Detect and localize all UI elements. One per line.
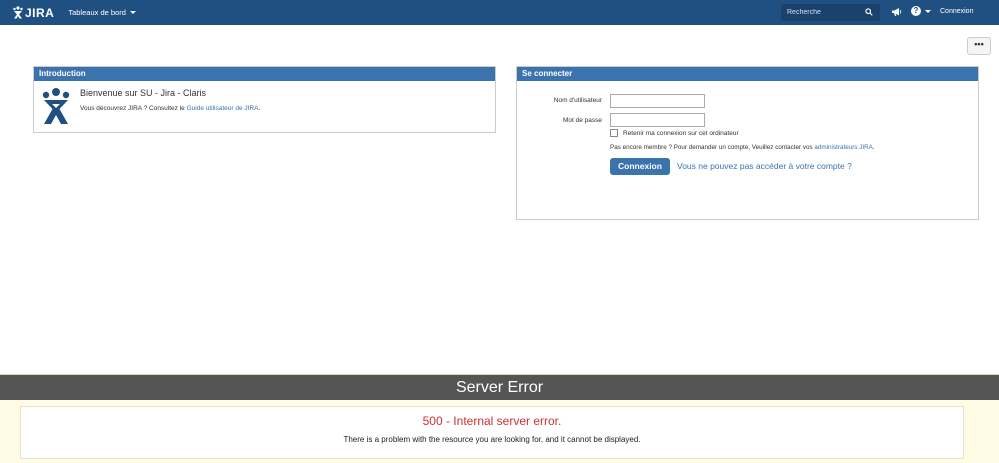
error-message: There is a problem with the resource you… [343, 435, 641, 444]
user-guide-link[interactable]: Guide utilisateur de JIRA [187, 105, 259, 112]
remember-me[interactable]: Retenir ma connexion sur cet ordinateur [610, 129, 739, 137]
jira-man-icon [42, 88, 70, 124]
username-label: Nom d'utilisateur [553, 97, 602, 104]
introduction-panel: Introduction Bienvenue sur SU - Jira - C… [33, 66, 496, 133]
header-login-link[interactable]: Connexion [940, 8, 973, 15]
forgot-account-link[interactable]: Vous ne pouvez pas accéder à votre compt… [677, 161, 852, 171]
discover-suffix: . [258, 105, 261, 112]
server-error-box: 500 - Internal server error. There is a … [20, 406, 964, 459]
server-error-title: Server Error [455, 379, 544, 396]
not-member-text: Pas encore membre ? Pour demander un com… [610, 144, 875, 151]
search-icon[interactable] [865, 8, 873, 16]
discover-prefix: Vous découvrez JIRA ? Consultez le [80, 105, 187, 112]
top-navigation: JIRA Tableaux de bord ? Connexion [0, 0, 999, 25]
login-title: Se connecter [517, 67, 978, 81]
login-button[interactable]: Connexion [610, 158, 670, 175]
megaphone-icon[interactable] [891, 7, 902, 17]
password-field[interactable] [610, 113, 705, 127]
welcome-heading: Bienvenue sur SU - Jira - Claris [80, 88, 207, 98]
not-member-prefix: Pas encore membre ? Pour demander un com… [610, 144, 815, 151]
not-member-suffix: . [872, 144, 875, 151]
discover-text: Vous découvrez JIRA ? Consultez le Guide… [80, 105, 260, 112]
server-error-header: Server Error [0, 374, 999, 401]
admins-link[interactable]: administrateurs JIRA [814, 144, 872, 151]
caret-down-icon [925, 9, 931, 13]
help-menu[interactable]: ? [911, 6, 931, 16]
jira-logo-icon [13, 6, 23, 19]
logo-text: JIRA [25, 5, 55, 20]
remember-label: Retenir ma connexion sur cet ordinateur [623, 129, 739, 137]
remember-checkbox[interactable] [610, 129, 618, 137]
dashboards-menu[interactable]: Tableaux de bord [68, 8, 136, 17]
search-box[interactable] [781, 4, 880, 21]
login-panel: Se connecter Nom d'utilisateur Mot de pa… [516, 66, 979, 220]
introduction-title: Introduction [34, 67, 495, 81]
password-label: Mot de passe [562, 117, 602, 124]
dashboards-label: Tableaux de bord [68, 8, 126, 17]
jira-logo[interactable]: JIRA [13, 6, 54, 20]
search-input[interactable] [787, 9, 867, 16]
help-icon: ? [911, 6, 921, 16]
more-options-button[interactable]: ••• [967, 37, 991, 55]
caret-down-icon [129, 11, 136, 14]
error-code: 500 - Internal server error. [422, 414, 562, 428]
server-error-area: 500 - Internal server error. There is a … [0, 400, 999, 463]
username-field[interactable] [610, 94, 705, 108]
